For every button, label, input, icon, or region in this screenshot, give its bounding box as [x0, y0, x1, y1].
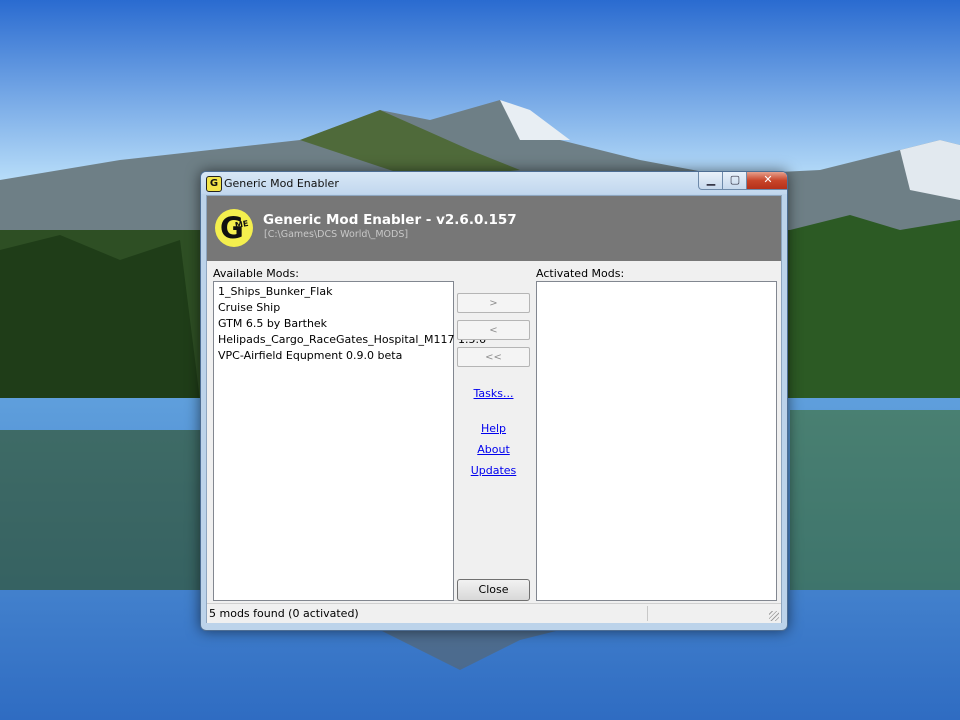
minimize-button[interactable]: ▁: [698, 172, 724, 190]
status-text: 5 mods found (0 activated): [209, 607, 359, 620]
close-window-button[interactable]: ✕: [746, 172, 787, 190]
list-item[interactable]: GTM 6.5 by Barthek: [218, 317, 327, 330]
mods-path: [C:\Games\DCS World\_MODS]: [264, 229, 409, 240]
tasks-link[interactable]: Tasks...: [457, 387, 530, 400]
window-title: Generic Mod Enabler: [224, 177, 339, 190]
resize-grip-icon[interactable]: [769, 611, 779, 621]
about-link[interactable]: About: [457, 443, 530, 456]
deactivate-all-button[interactable]: <<: [457, 347, 530, 367]
app-window: G Generic Mod Enabler ▁ ▢ ✕ G ME Generic…: [200, 171, 788, 631]
list-item[interactable]: VPC-Airfield Equpment 0.9.0 beta: [218, 349, 402, 362]
available-mods-label: Available Mods:: [213, 267, 299, 280]
status-divider: [647, 606, 648, 621]
list-item[interactable]: Helipads_Cargo_RaceGates_Hospital_M117 1…: [218, 333, 486, 346]
deactivate-mod-button[interactable]: <: [457, 320, 530, 340]
list-item[interactable]: Cruise Ship: [218, 301, 280, 314]
activated-mods-label: Activated Mods:: [536, 267, 625, 280]
status-bar: 5 mods found (0 activated): [207, 603, 781, 623]
client-area: G ME Generic Mod Enabler - v2.6.0.157 [C…: [206, 195, 782, 623]
updates-link[interactable]: Updates: [457, 464, 530, 477]
title-bar[interactable]: G Generic Mod Enabler ▁ ▢ ✕: [201, 172, 787, 194]
help-link[interactable]: Help: [457, 422, 530, 435]
logo-subtext: ME: [234, 218, 250, 231]
close-button[interactable]: Close: [457, 579, 530, 601]
header-banner: G ME Generic Mod Enabler - v2.6.0.157 [C…: [207, 196, 781, 261]
activated-mods-list[interactable]: [536, 281, 777, 601]
app-icon: G: [206, 176, 222, 192]
available-mods-list[interactable]: 1_Ships_Bunker_Flak Cruise Ship GTM 6.5 …: [213, 281, 486, 601]
activate-mod-button[interactable]: >: [457, 293, 530, 313]
app-heading: Generic Mod Enabler - v2.6.0.157: [263, 212, 517, 228]
gme-logo-icon: G ME: [215, 209, 253, 247]
list-item[interactable]: 1_Ships_Bunker_Flak: [218, 285, 332, 298]
maximize-button[interactable]: ▢: [722, 172, 748, 190]
